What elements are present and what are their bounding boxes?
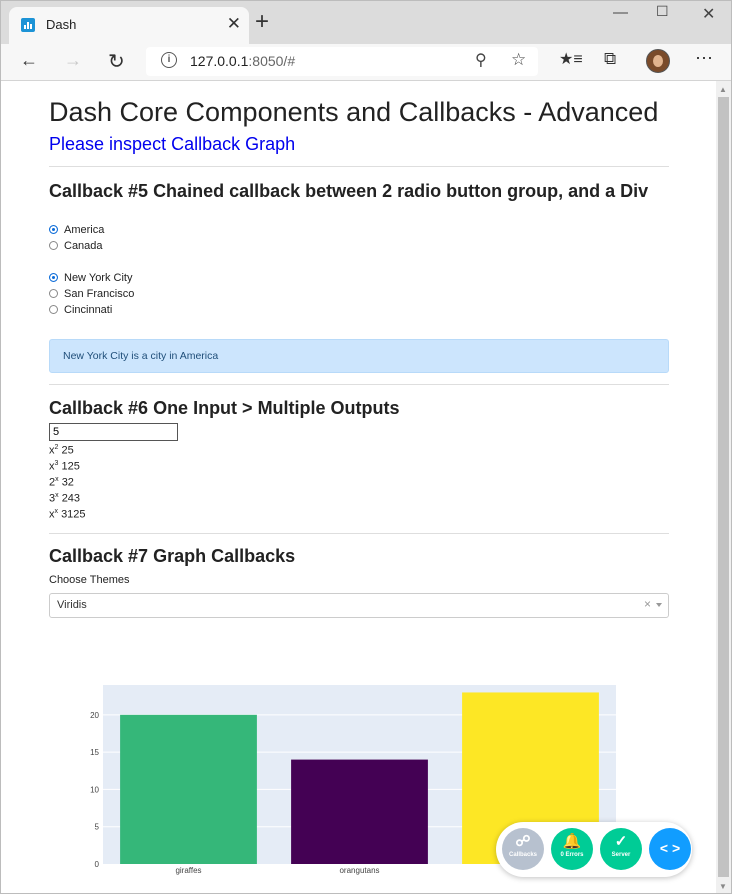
refresh-icon[interactable]: ↻ xyxy=(108,49,125,74)
theme-dropdown[interactable]: Viridis × xyxy=(49,593,669,618)
section5-heading: Callback #5 Chained callback between 2 r… xyxy=(49,181,649,201)
share-icon: ☍ xyxy=(515,833,531,850)
section7-heading: Callback #7 Graph Callbacks xyxy=(49,546,296,566)
favorite-star-icon[interactable]: ☆ xyxy=(511,50,526,70)
window-close-icon[interactable]: ✕ xyxy=(702,4,715,24)
back-icon[interactable]: ← xyxy=(20,50,38,71)
bell-icon: 🔔 xyxy=(562,833,582,850)
maximize-icon[interactable]: ☐ xyxy=(656,3,669,20)
browser-tab[interactable]: Dash ✕ xyxy=(9,7,249,44)
x-tick-label: giraffes xyxy=(175,866,201,875)
minimize-icon[interactable]: — xyxy=(613,4,628,21)
share-devtools-button[interactable]: ☍ Callbacks xyxy=(502,828,544,870)
browser-window: Dash ✕ + — ☐ ✕ ← → ↻ i 127.0.0.1:8050/# … xyxy=(0,0,732,894)
scroll-down-icon[interactable]: ▼ xyxy=(719,882,727,891)
clear-icon[interactable]: × xyxy=(644,597,651,611)
code-icon: < > xyxy=(659,840,681,856)
zoom-icon[interactable]: ⚲ xyxy=(475,50,487,70)
tab-close-icon[interactable]: ✕ xyxy=(227,14,241,34)
y-tick-label: 0 xyxy=(95,860,100,869)
profile-avatar[interactable] xyxy=(646,49,670,73)
y-tick-label: 15 xyxy=(90,748,99,757)
y-tick-label: 10 xyxy=(90,785,99,794)
output-cube: x3 125 xyxy=(49,460,80,473)
y-tick-label: 5 xyxy=(95,823,100,832)
radio-city-new-york[interactable]: New York City xyxy=(49,271,132,285)
forward-icon[interactable]: → xyxy=(64,50,82,71)
number-input[interactable] xyxy=(49,423,178,441)
browser-toolbar: ← → ↻ i 127.0.0.1:8050/# ⚲ ☆ ★≡ ⧉ ⋯ xyxy=(1,44,731,81)
callback-graph-link[interactable]: Please inspect Callback Graph xyxy=(49,134,295,155)
info-icon[interactable]: i xyxy=(161,52,177,68)
divider xyxy=(49,533,669,534)
dropdown-value: Viridis xyxy=(57,599,87,611)
code-devtools-button[interactable]: < > xyxy=(649,828,691,870)
divider xyxy=(49,384,669,385)
output-three-power: 3x 243 xyxy=(49,492,81,505)
address-bar[interactable]: i 127.0.0.1:8050/# ⚲ ☆ xyxy=(146,47,538,76)
check-icon: ✓ xyxy=(614,833,628,850)
devtools-button-label: 0 Errors xyxy=(560,852,584,858)
more-icon[interactable]: ⋯ xyxy=(695,48,713,69)
favorites-list-icon[interactable]: ★≡ xyxy=(559,49,583,69)
radio-country-canada[interactable]: Canada xyxy=(49,239,103,253)
radio-city-san-francisco[interactable]: San Francisco xyxy=(49,287,134,301)
dash-favicon-icon xyxy=(21,18,35,32)
city-info-alert: New York City is a city in America xyxy=(49,339,669,373)
new-tab-button[interactable]: + xyxy=(255,10,269,34)
scrollbar[interactable]: ▲ ▼ xyxy=(716,81,731,893)
section6-heading: Callback #6 One Input > Multiple Outputs xyxy=(49,398,400,418)
x-tick-label: orangutans xyxy=(339,866,379,875)
chevron-down-icon[interactable] xyxy=(656,603,662,607)
output-self-power: xx 3125 xyxy=(49,508,86,521)
collections-icon[interactable]: ⧉ xyxy=(604,49,616,69)
themes-label: Choose Themes xyxy=(49,574,130,586)
scroll-thumb[interactable] xyxy=(718,97,729,877)
devtools-button-label: Server xyxy=(611,852,631,858)
bar-giraffes xyxy=(120,714,257,864)
radio-country-america[interactable]: America xyxy=(49,223,104,237)
scroll-up-icon[interactable]: ▲ xyxy=(719,85,727,94)
bar-orangutans xyxy=(291,759,428,864)
page-title: Dash Core Components and Callbacks - Adv… xyxy=(49,97,659,127)
output-two-power: 2x 32 xyxy=(49,476,74,489)
divider xyxy=(49,166,669,167)
url-text[interactable]: 127.0.0.1:8050/# xyxy=(190,53,295,69)
dash-devtools-bar: ☍ Callbacks 🔔 0 Errors ✓ Server < > xyxy=(496,822,692,877)
tab-title: Dash xyxy=(46,17,77,32)
radio-city-cincinnati[interactable]: Cincinnati xyxy=(49,303,112,317)
title-bar: Dash ✕ + — ☐ ✕ xyxy=(1,1,731,44)
bell-devtools-button[interactable]: 🔔 0 Errors xyxy=(551,828,593,870)
page-content: Dash Core Components and Callbacks - Adv… xyxy=(1,81,716,893)
output-square: x2 25 xyxy=(49,444,74,457)
y-tick-label: 20 xyxy=(90,711,99,720)
devtools-button-label: Callbacks xyxy=(508,852,538,858)
check-devtools-button[interactable]: ✓ Server xyxy=(600,828,642,870)
